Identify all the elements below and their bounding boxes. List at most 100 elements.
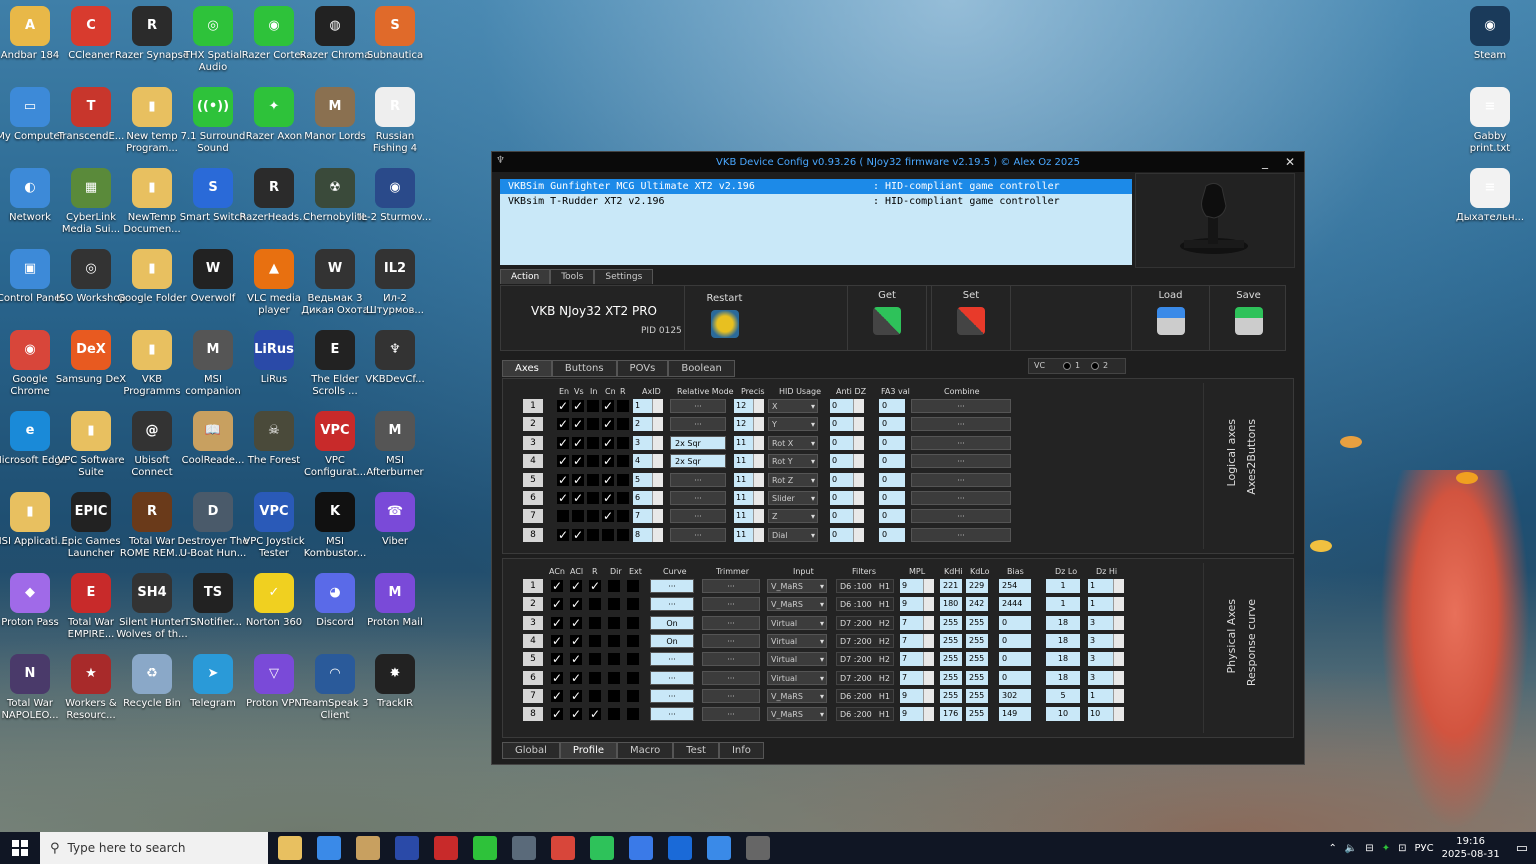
checkbox-en[interactable]: ✓	[557, 473, 569, 486]
trimmer-button[interactable]: ···	[702, 652, 760, 667]
hid-usage-dropdown[interactable]: Dial	[768, 527, 818, 543]
kdlo-value[interactable]: 255	[966, 707, 988, 722]
dz-lo-value[interactable]: 5	[1046, 688, 1080, 703]
precis-spinner[interactable]: 11	[734, 472, 764, 487]
filters-field[interactable]: D6 :200 H1	[836, 707, 894, 722]
tab-povs[interactable]: POVs	[616, 360, 669, 377]
checkbox-in[interactable]	[587, 492, 599, 504]
combine-button[interactable]: ···	[911, 491, 1011, 505]
dz-lo-value[interactable]: 18	[1046, 652, 1080, 667]
checkbox-vs[interactable]: ✓	[572, 528, 584, 541]
relative-mode-button[interactable]: ···	[670, 472, 726, 487]
trimmer-button[interactable]: ···	[702, 688, 760, 703]
checkbox-in[interactable]	[587, 510, 599, 523]
checkbox-acn[interactable]: ✓	[551, 653, 563, 666]
taskbar-store-icon[interactable]	[707, 836, 731, 860]
curve-button[interactable]: On	[650, 615, 694, 630]
input-dropdown[interactable]: V_MaRS	[767, 707, 827, 722]
filters-field[interactable]: D7 :200 H2	[836, 615, 894, 630]
combine-button[interactable]: ···	[911, 454, 1011, 469]
taskbar-tasks-icon[interactable]	[317, 836, 341, 860]
checkbox-dir[interactable]	[608, 598, 620, 611]
mpl-spinner[interactable]: 9	[900, 707, 934, 722]
checkbox-acn[interactable]: ✓	[551, 671, 563, 684]
checkbox-dir[interactable]	[608, 689, 620, 702]
kdlo-value[interactable]: 229	[966, 579, 988, 593]
desktop-icon[interactable]: ≡ Дыхательн...	[1452, 168, 1528, 224]
checkbox-dir[interactable]	[608, 708, 620, 721]
checkbox-acl[interactable]: ✓	[570, 598, 582, 611]
dz-hi-spinner[interactable]: 10	[1088, 707, 1124, 722]
anti-dz-spinner[interactable]: 0	[830, 417, 864, 432]
checkbox-r[interactable]	[617, 400, 629, 412]
axid-spinner[interactable]: 7	[633, 509, 663, 524]
checkbox-vs[interactable]: ✓	[572, 400, 584, 412]
anti-dz-spinner[interactable]: 0	[830, 509, 864, 524]
relative-mode-button[interactable]: 2x Sqr	[670, 454, 726, 469]
search-box[interactable]: ⚲ Type here to search	[40, 832, 268, 864]
kdlo-value[interactable]: 242	[966, 597, 988, 612]
network-icon[interactable]: ⊡	[1398, 843, 1406, 854]
taskbar-lirus-icon[interactable]	[395, 836, 419, 860]
combine-button[interactable]: ···	[911, 399, 1011, 413]
input-dropdown[interactable]: Virtual	[767, 670, 827, 686]
precis-spinner[interactable]: 12	[734, 417, 764, 432]
checkbox-dir[interactable]	[608, 616, 620, 629]
tab-global[interactable]: Global	[502, 742, 560, 759]
anti-dz-spinner[interactable]: 0	[830, 454, 864, 469]
bias-value[interactable]: 149	[999, 707, 1031, 722]
checkbox-r[interactable]	[589, 598, 601, 611]
clock[interactable]: 19:16 2025-08-31	[1442, 835, 1500, 861]
checkbox-en[interactable]: ✓	[557, 436, 569, 449]
precis-spinner[interactable]: 11	[734, 509, 764, 524]
taskbar-file-explorer-icon[interactable]	[278, 836, 302, 860]
mpl-spinner[interactable]: 9	[900, 579, 934, 593]
checkbox-ext[interactable]	[627, 616, 639, 629]
minimize-button[interactable]: _	[1253, 152, 1277, 172]
checkbox-en[interactable]	[557, 510, 569, 523]
bias-value[interactable]: 0	[999, 652, 1031, 667]
checkbox-r[interactable]	[589, 689, 601, 702]
desktop-icon[interactable]: R Russian Fishing 4	[357, 87, 433, 155]
dz-lo-value[interactable]: 10	[1046, 707, 1080, 722]
precis-spinner[interactable]: 11	[734, 435, 764, 450]
input-dropdown[interactable]: V_MaRS	[767, 597, 827, 612]
relative-mode-button[interactable]: 2x Sqr	[670, 435, 726, 450]
hid-usage-dropdown[interactable]: Rot Z	[768, 472, 818, 488]
curve-button[interactable]: ···	[650, 688, 694, 703]
bias-value[interactable]: 0	[999, 615, 1031, 630]
precis-spinner[interactable]: 12	[734, 399, 764, 413]
tab-boolean[interactable]: Boolean	[668, 360, 735, 377]
kdlo-value[interactable]: 255	[966, 688, 988, 703]
dz-lo-value[interactable]: 1	[1046, 579, 1080, 593]
dz-hi-spinner[interactable]: 1	[1088, 597, 1124, 612]
fa3-value[interactable]: 0	[879, 472, 905, 487]
filters-field[interactable]: D6 :100 H1	[836, 597, 894, 612]
checkbox-r[interactable]	[617, 492, 629, 504]
hid-usage-dropdown[interactable]: Slider	[768, 491, 818, 506]
checkbox-ext[interactable]	[627, 653, 639, 666]
checkbox-r[interactable]	[589, 634, 601, 647]
checkbox-cn[interactable]: ✓	[602, 510, 614, 523]
axid-spinner[interactable]: 4	[633, 454, 663, 469]
checkbox-cn[interactable]: ✓	[602, 400, 614, 412]
kdhi-value[interactable]: 221	[940, 579, 962, 593]
checkbox-acl[interactable]: ✓	[570, 653, 582, 666]
curve-button[interactable]: ···	[650, 652, 694, 667]
checkbox-dir[interactable]	[608, 634, 620, 647]
dz-hi-spinner[interactable]: 3	[1088, 633, 1124, 648]
checkbox-in[interactable]	[587, 418, 599, 431]
filters-field[interactable]: D7 :200 H2	[836, 652, 894, 667]
checkbox-acl[interactable]: ✓	[570, 580, 582, 592]
bias-value[interactable]: 0	[999, 670, 1031, 685]
desktop-icon[interactable]: ≡ Gabby print.txt	[1452, 87, 1528, 155]
device-row[interactable]: VKBsim T-Rudder XT2 v2.196: HID-complian…	[500, 194, 1132, 209]
precis-spinner[interactable]: 11	[734, 527, 764, 542]
trimmer-button[interactable]: ···	[702, 597, 760, 612]
checkbox-cn[interactable]: ✓	[602, 418, 614, 431]
dz-lo-value[interactable]: 18	[1046, 633, 1080, 648]
precis-spinner[interactable]: 11	[734, 491, 764, 505]
checkbox-in[interactable]	[587, 436, 599, 449]
save-button[interactable]: Save	[1209, 286, 1287, 350]
axid-spinner[interactable]: 8	[633, 527, 663, 542]
